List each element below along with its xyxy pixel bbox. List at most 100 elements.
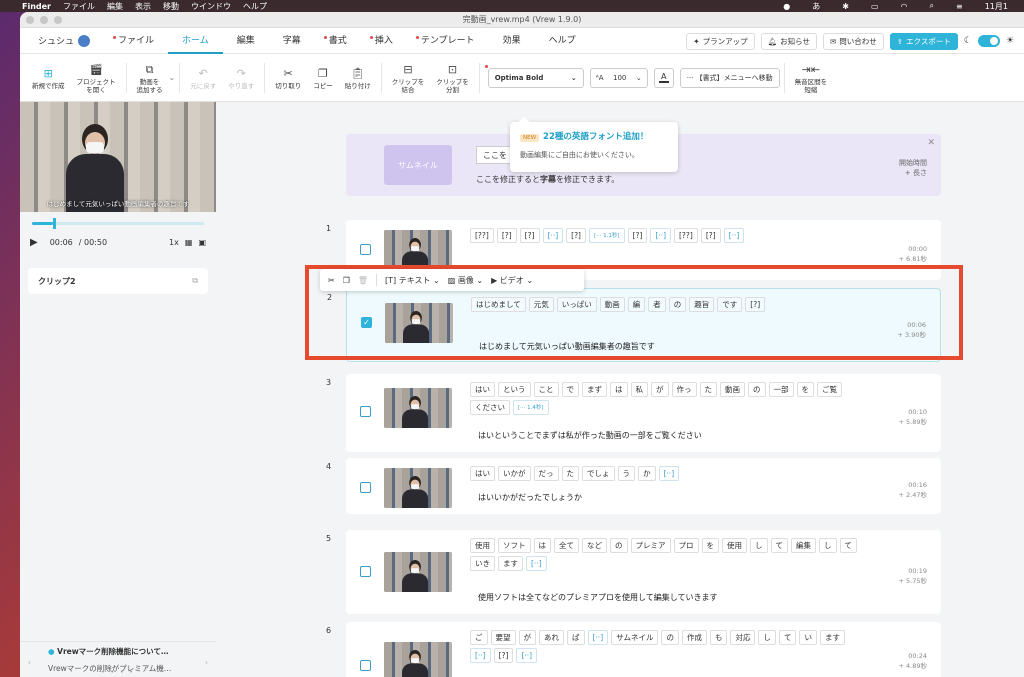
play-icon[interactable]: ▶ <box>30 237 38 248</box>
word-chip[interactable]: ます <box>498 556 523 571</box>
word-chip[interactable]: プロ <box>673 538 699 553</box>
word-chip[interactable]: [??] <box>674 228 698 243</box>
dark-mode-toggle[interactable] <box>977 35 1000 47</box>
close-icon[interactable]: ✕ <box>927 138 935 148</box>
clip-subtitle[interactable]: はじめまして元気いっぱい動画編集者の趣旨です <box>479 341 655 352</box>
mac-menu-go[interactable]: 移動 <box>163 1 179 12</box>
tab-effects[interactable]: 効果 <box>489 28 535 54</box>
word-chip[interactable]: が <box>651 382 669 397</box>
clock-text[interactable]: 11月1 <box>985 1 1008 12</box>
user-menu[interactable]: シュシュ <box>38 34 91 47</box>
word-chip[interactable]: た <box>699 382 717 397</box>
new-project-button[interactable]: ⊞ 新規で作成 <box>26 66 71 90</box>
word-chip[interactable]: [··] <box>516 648 538 663</box>
word-chip[interactable]: [?] <box>496 228 517 243</box>
word-chip[interactable]: など <box>582 538 607 553</box>
clip-row[interactable]: 5 使用 ソフトは全て などのプレミア プロを使用して編集していき ます [··] 使用ソフト… <box>326 530 941 614</box>
tab-file[interactable]: ファイル <box>104 28 168 54</box>
seek-bar[interactable] <box>20 212 216 232</box>
control-center-icon[interactable]: ≡ <box>956 2 963 11</box>
tab-help[interactable]: ヘルプ <box>535 28 590 54</box>
word-chip[interactable]: [··· 1.1秒] <box>588 228 625 243</box>
wifi-icon[interactable]: ◠ <box>901 2 908 11</box>
word-chip[interactable]: はじめまして <box>471 297 526 312</box>
clip-thumbnail[interactable] <box>384 468 452 508</box>
word-chip[interactable]: し <box>758 630 776 645</box>
video-menu[interactable]: ▶ ビデオ ⌄ <box>491 275 533 286</box>
word-chip[interactable]: 全て <box>554 538 579 553</box>
word-chip[interactable]: [··· 1.4秒] <box>513 400 549 415</box>
word-chip[interactable]: [?] <box>493 648 514 663</box>
word-chip[interactable]: が <box>518 630 536 645</box>
word-chip[interactable]: という <box>498 382 531 397</box>
word-chip[interactable]: 使用 <box>722 538 747 553</box>
word-chip[interactable]: いかが <box>498 466 531 481</box>
word-chip[interactable]: 対応 <box>730 630 756 645</box>
word-chip[interactable]: サムネイル <box>611 630 659 645</box>
word-chip[interactable]: [?] <box>700 228 721 243</box>
chevron-left-icon[interactable]: ‹ <box>28 658 31 667</box>
split-clip-button[interactable]: ⊡ クリップを 分割 <box>430 62 475 94</box>
scissors-icon[interactable]: ✂ <box>328 276 335 285</box>
word-chip[interactable]: こと <box>533 382 559 397</box>
word-chip[interactable]: の <box>661 630 679 645</box>
word-chip[interactable]: 者 <box>648 297 666 312</box>
word-chip[interactable]: を <box>796 382 814 397</box>
word-chip[interactable]: 作っ <box>671 382 697 397</box>
text-color-button[interactable]: A <box>653 67 674 88</box>
trash-icon[interactable]: 🗑︎ <box>358 276 368 285</box>
word-chip[interactable]: は <box>610 382 628 397</box>
word-chip[interactable]: ば <box>567 630 585 645</box>
clip-panel[interactable]: クリップ2 ⧉ <box>28 268 208 294</box>
clip-thumbnail[interactable] <box>384 552 452 592</box>
word-chip[interactable]: の <box>748 382 766 397</box>
notice-title[interactable]: ● Vrewマーク削除機能について… <box>48 646 202 657</box>
mac-menu-window[interactable]: ウインドウ <box>191 1 231 12</box>
add-video-button[interactable]: ⧉ 動画を 追加する <box>131 62 169 94</box>
word-chip[interactable]: も <box>709 630 728 645</box>
word-chip[interactable]: [??] <box>470 228 494 243</box>
clip-thumbnail[interactable] <box>384 230 452 270</box>
word-chip[interactable]: あれ <box>539 630 564 645</box>
clip-subtitle[interactable]: はいということでまずは私が作った動画の一部をご覧ください <box>478 430 702 441</box>
grid-icon[interactable]: ▦ <box>185 238 193 247</box>
clip-checkbox[interactable]: ✓ <box>361 317 372 328</box>
word-chip[interactable]: はい <box>470 382 495 397</box>
word-chip[interactable]: 趣旨 <box>689 297 715 312</box>
word-chip[interactable]: ご <box>470 630 488 645</box>
word-chip[interactable]: ます <box>819 630 845 645</box>
format-menu-button[interactable]: ··· 【書式】メニューへ移動 <box>679 67 780 88</box>
word-chip[interactable]: い <box>799 630 817 645</box>
record-icon[interactable]: ● <box>783 2 790 11</box>
word-chip[interactable]: 作成 <box>681 630 707 645</box>
clip-row[interactable]: 2 ✓ はじめまして 元気 いっぱい 動画編者の趣旨 です [?] はじめまして元気いっぱい動画… <box>327 288 941 362</box>
word-chip[interactable]: う <box>617 466 635 481</box>
word-chip[interactable]: を <box>701 538 719 553</box>
tab-home[interactable]: ホーム <box>168 28 223 54</box>
word-chip[interactable]: [?] <box>519 228 540 243</box>
font-size-select[interactable]: ᴬA 100 ⌄ <box>589 67 648 88</box>
word-chip[interactable]: [··] <box>587 630 609 645</box>
word-chip[interactable]: [··] <box>723 228 745 243</box>
tab-edit[interactable]: 編集 <box>223 28 269 54</box>
paste-button[interactable]: 📋︎ 貼り付け <box>339 66 377 90</box>
clip-checkbox[interactable] <box>360 566 371 577</box>
bluetooth-icon[interactable]: ✱ <box>842 2 849 11</box>
word-chip[interactable]: ソフト <box>498 538 531 553</box>
word-chip[interactable]: でしょ <box>582 466 615 481</box>
word-chip[interactable]: です <box>717 297 743 312</box>
caption-icon[interactable]: ▣ <box>198 238 206 247</box>
clip-thumbnail[interactable] <box>385 303 453 343</box>
word-chip[interactable]: て <box>770 538 788 553</box>
mac-menu-edit[interactable]: 編集 <box>107 1 123 12</box>
word-chip[interactable]: の <box>668 297 687 312</box>
word-chip[interactable]: て <box>839 538 857 553</box>
search-icon[interactable]: ⌕ <box>930 1 934 11</box>
word-chip[interactable]: [··] <box>526 556 547 571</box>
redo-button[interactable]: ↷ やり直す <box>222 66 260 90</box>
word-chip[interactable]: て <box>778 630 797 645</box>
playback-speed[interactable]: 1x <box>169 238 179 247</box>
clip-row[interactable]: 4 はい いかが だったでしょうか [··] はいいかがだったでしょうか 00:16 + 2.… <box>326 458 941 514</box>
word-chip[interactable]: し <box>750 538 768 553</box>
word-chip[interactable]: 要望 <box>490 630 516 645</box>
